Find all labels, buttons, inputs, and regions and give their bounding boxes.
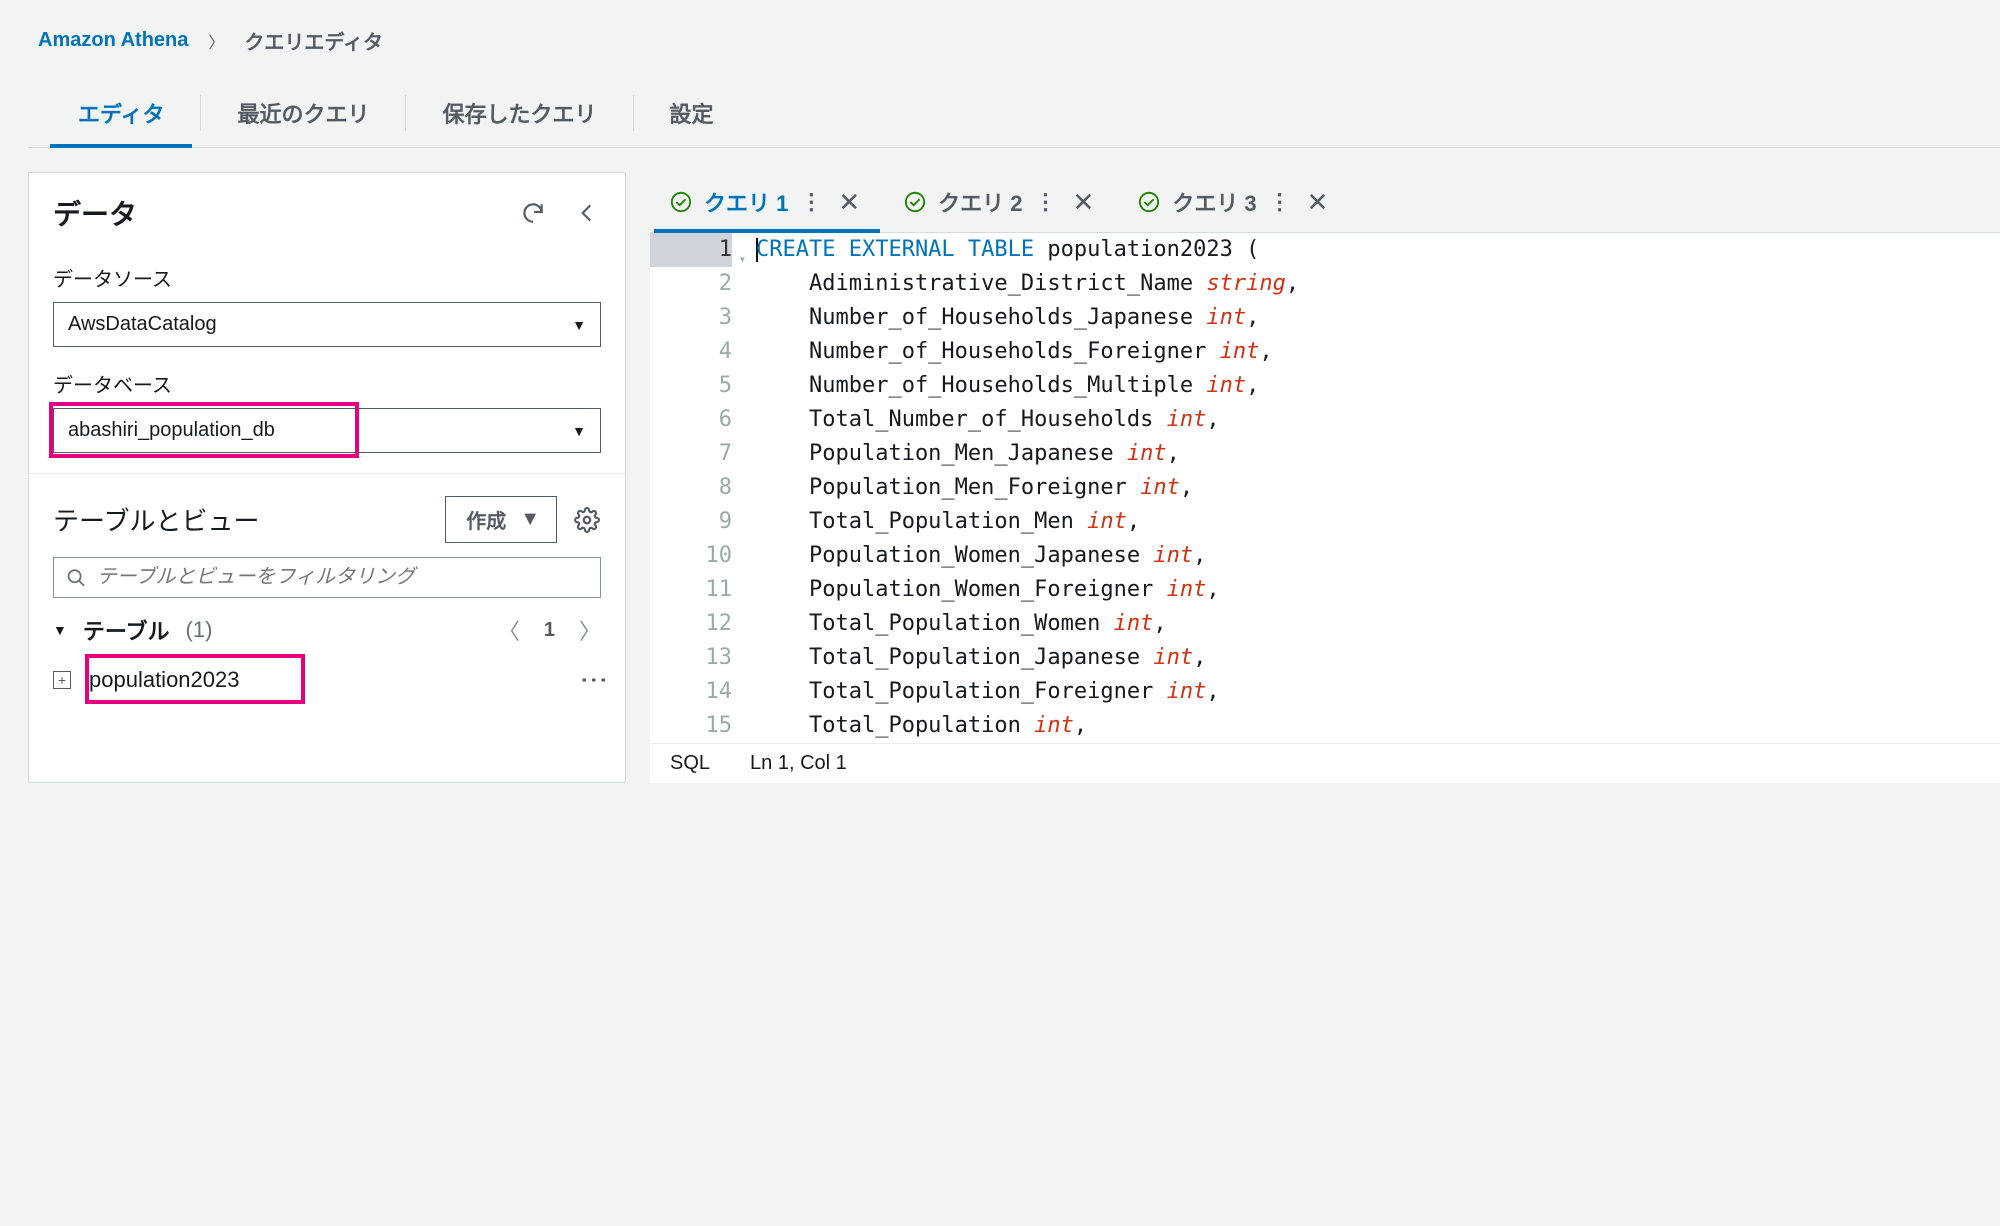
check-circle-icon (670, 191, 692, 213)
expand-icon[interactable]: + (53, 671, 71, 689)
status-cursor-position: Ln 1, Col 1 (750, 752, 847, 775)
close-icon[interactable]: ✕ (1303, 187, 1333, 218)
caret-down-icon: ▼ (520, 508, 540, 531)
status-lang: SQL (670, 752, 710, 775)
data-sidebar: データ データソース AwsDataCatalog ▼ (28, 172, 626, 783)
code-line: Total_Population_Japanese int, (756, 641, 1299, 675)
filter-input-wrap[interactable] (53, 557, 601, 598)
tables-pager: 〈 1 〉 (498, 614, 601, 646)
query-tab[interactable]: クエリ 2 ⋮ ✕ (884, 172, 1118, 232)
tables-header: テーブル (83, 614, 170, 646)
close-icon[interactable]: ✕ (834, 187, 864, 218)
top-tab-bar: エディタ 最近のクエリ 保存したクエリ 設定 (28, 79, 2000, 148)
code-line: Total_Number_of_Households int, (756, 403, 1299, 437)
kebab-icon[interactable]: ⋮ (800, 189, 822, 215)
kebab-icon[interactable]: ⋮ (1035, 189, 1057, 215)
breadcrumb-service-link[interactable]: Amazon Athena (38, 29, 188, 52)
fold-icon[interactable]: ▾ (739, 242, 746, 276)
line-number: 14 (650, 675, 732, 709)
database-select[interactable]: abashiri_population_db ▼ (53, 408, 601, 453)
line-number: 3 (650, 301, 732, 335)
datasource-value: AwsDataCatalog (68, 313, 217, 336)
status-bar: SQL Ln 1, Col 1 (650, 743, 2000, 783)
line-number: 7 (650, 437, 732, 471)
code-line: Total_Population_Foreigner int, (756, 675, 1299, 709)
create-button[interactable]: 作成 ▼ (445, 496, 557, 543)
collapse-sidebar-icon[interactable] (573, 199, 601, 227)
check-circle-icon (904, 191, 926, 213)
query-tab-label: クエリ 2 (938, 186, 1022, 218)
line-gutter: 1▾23456789101112131415 (650, 233, 746, 743)
tab-recent-queries[interactable]: 最近のクエリ (201, 79, 405, 147)
line-number: 13 (650, 641, 732, 675)
code-line: Total_Population_Women int, (756, 607, 1299, 641)
line-number: 2 (650, 267, 732, 301)
caret-down-icon[interactable]: ▼ (53, 622, 67, 638)
pager-prev[interactable]: 〈 (498, 614, 520, 646)
line-number: 8 (650, 471, 732, 505)
code-line: CREATE EXTERNAL TABLE population2023 ( (756, 233, 1299, 267)
kebab-icon[interactable]: ⋮ (587, 666, 601, 694)
database-label: データベース (53, 369, 601, 398)
breadcrumb: Amazon Athena 〉 クエリエディタ (28, 16, 2000, 79)
query-tab-label: クエリ 1 (704, 186, 788, 218)
gear-icon[interactable] (573, 506, 601, 534)
code-line: Total_Population int, (756, 709, 1299, 743)
line-number: 12 (650, 607, 732, 641)
code-line: Number_of_Households_Multiple int, (756, 369, 1299, 403)
table-row[interactable]: + population2023 ⋮ (29, 656, 625, 704)
database-value: abashiri_population_db (68, 419, 275, 442)
sidebar-title: データ (53, 193, 137, 233)
refresh-icon[interactable] (519, 199, 547, 227)
pager-page-number: 1 (544, 619, 555, 642)
datasource-label: データソース (53, 263, 601, 292)
chevron-right-icon: 〉 (208, 29, 224, 53)
code-editor[interactable]: 1▾23456789101112131415 CREATE EXTERNAL T… (650, 233, 2000, 743)
table-name: population2023 (89, 667, 239, 693)
tab-settings[interactable]: 設定 (634, 79, 750, 147)
line-number: 6 (650, 403, 732, 437)
filter-input[interactable] (97, 566, 588, 589)
query-tab[interactable]: クエリ 1 ⋮ ✕ (650, 172, 884, 232)
code-content[interactable]: CREATE EXTERNAL TABLE population2023 ( A… (746, 233, 1309, 743)
code-line: Number_of_Households_Japanese int, (756, 301, 1299, 335)
query-tab-bar: クエリ 1 ⋮ ✕ クエリ 2 ⋮ ✕ クエリ 3 ⋮ ✕ (650, 172, 2000, 233)
tables-views-title: テーブルとビュー (53, 501, 259, 538)
close-icon[interactable]: ✕ (1069, 187, 1099, 218)
line-number: 15 (650, 709, 732, 743)
query-tab-label: クエリ 3 (1172, 186, 1256, 218)
tab-editor[interactable]: エディタ (42, 79, 200, 147)
line-number: 10 (650, 539, 732, 573)
line-number: 5 (650, 369, 732, 403)
code-line: Total_Population_Men int, (756, 505, 1299, 539)
tables-count: (1) (186, 617, 213, 643)
search-icon (66, 567, 87, 589)
editor-area: クエリ 1 ⋮ ✕ クエリ 2 ⋮ ✕ クエリ 3 ⋮ ✕ 1▾23456789… (650, 172, 2000, 783)
query-tab[interactable]: クエリ 3 ⋮ ✕ (1118, 172, 1352, 232)
pager-next[interactable]: 〉 (579, 614, 601, 646)
code-line: Population_Men_Japanese int, (756, 437, 1299, 471)
kebab-icon[interactable]: ⋮ (1269, 189, 1291, 215)
tab-saved-queries[interactable]: 保存したクエリ (406, 79, 632, 147)
code-line: Adiministrative_District_Name string, (756, 267, 1299, 301)
caret-down-icon: ▼ (572, 423, 586, 439)
line-number: 11 (650, 573, 732, 607)
breadcrumb-current: クエリエディタ (244, 26, 383, 55)
code-line: Population_Women_Foreigner int, (756, 573, 1299, 607)
code-line: Population_Men_Foreigner int, (756, 471, 1299, 505)
line-number: 1▾ (650, 233, 732, 267)
check-circle-icon (1138, 191, 1160, 213)
code-line: Population_Women_Japanese int, (756, 539, 1299, 573)
line-number: 4 (650, 335, 732, 369)
code-line: Number_of_Households_Foreigner int, (756, 335, 1299, 369)
caret-down-icon: ▼ (572, 317, 586, 333)
line-number: 9 (650, 505, 732, 539)
datasource-select[interactable]: AwsDataCatalog ▼ (53, 302, 601, 347)
